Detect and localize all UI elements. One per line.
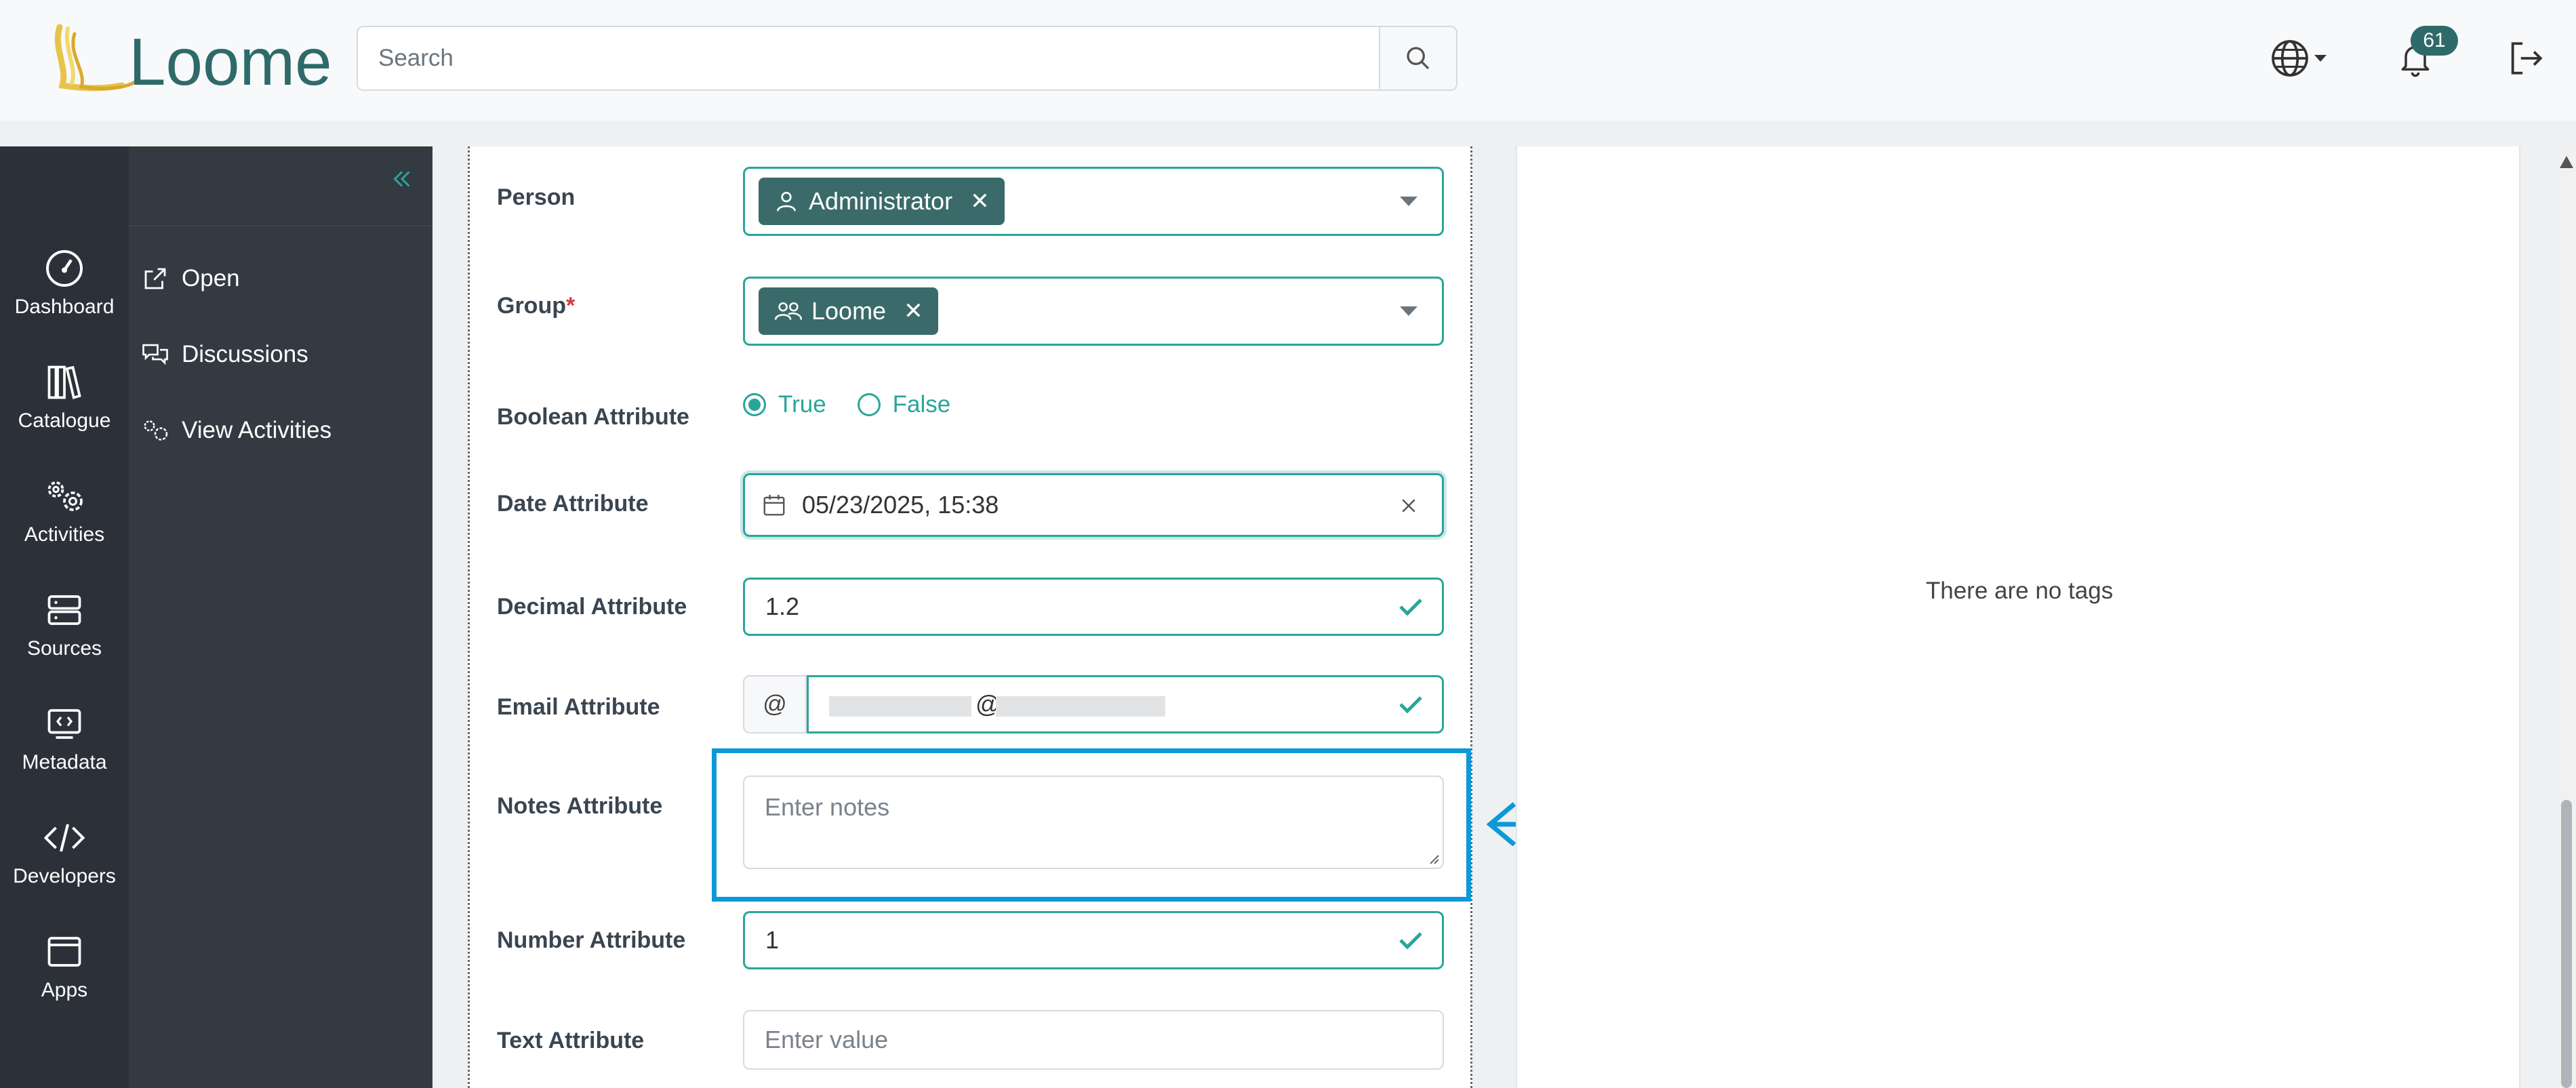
- date-label: Date Attribute: [497, 491, 649, 517]
- submenu-discussions[interactable]: Discussions: [138, 331, 308, 378]
- search-icon: [1407, 47, 1430, 70]
- no-tags-message: There are no tags: [1925, 578, 2114, 604]
- double-chevron-left-icon: [393, 171, 410, 187]
- number-input[interactable]: 1: [743, 911, 1444, 969]
- text-input[interactable]: Enter value: [743, 1010, 1444, 1070]
- loome-logo[interactable]: Loome: [47, 20, 339, 96]
- scroll-up-icon[interactable]: [2560, 156, 2573, 168]
- gears-icon: [47, 481, 83, 511]
- window-icon: [47, 937, 81, 967]
- code-icon: [43, 824, 85, 852]
- person-chip: Administrator ✕: [759, 178, 1005, 225]
- chevron-down-icon: [2314, 55, 2327, 62]
- submenu-open[interactable]: Open: [138, 255, 240, 302]
- code-screen-icon: [47, 709, 81, 739]
- chevron-down-icon[interactable]: [1400, 197, 1417, 206]
- nav-activities[interactable]: Activities: [0, 476, 129, 571]
- required-marker: *: [565, 293, 576, 319]
- nav-label: Apps: [41, 979, 88, 1001]
- main-navigation: Dashboard Catalogue Activities Sources M…: [0, 146, 129, 1088]
- email-prefix-addon: @: [743, 675, 807, 733]
- radio-false-label[interactable]: False: [893, 391, 951, 418]
- person-select[interactable]: Administrator ✕: [743, 167, 1444, 236]
- svg-text:Loome: Loome: [129, 24, 332, 96]
- checkmark-icon: [1399, 696, 1422, 714]
- chevron-down-icon[interactable]: [1400, 306, 1417, 316]
- redacted-text: [829, 696, 971, 717]
- submenu-label: Open: [182, 265, 240, 291]
- remove-chip-icon[interactable]: ✕: [904, 298, 923, 325]
- radio-false[interactable]: [857, 393, 881, 416]
- group-select[interactable]: Loome ✕: [743, 277, 1444, 346]
- nav-catalogue[interactable]: Catalogue: [0, 362, 129, 457]
- user-icon: [776, 191, 797, 211]
- radio-true-label[interactable]: True: [778, 391, 826, 418]
- email-input[interactable]: @: [807, 675, 1444, 733]
- dashboard-icon: [46, 250, 83, 287]
- gears-icon: [144, 420, 168, 441]
- books-icon: [47, 365, 81, 399]
- server-icon: [47, 595, 81, 625]
- scrollbar-thumb[interactable]: [2561, 800, 2572, 1088]
- nav-developers[interactable]: Developers: [0, 818, 129, 912]
- submenu-label: Discussions: [182, 341, 308, 367]
- nav-metadata[interactable]: Metadata: [0, 704, 129, 799]
- checkmark-icon: [1399, 599, 1422, 616]
- nav-label: Metadata: [22, 751, 107, 773]
- globe-icon: [2272, 40, 2308, 77]
- nav-apps[interactable]: Apps: [0, 931, 129, 1026]
- logout-button[interactable]: [2501, 34, 2550, 83]
- group-label: Group*: [497, 293, 576, 319]
- nav-dashboard[interactable]: Dashboard: [0, 248, 129, 343]
- radio-true[interactable]: [743, 393, 766, 416]
- tags-panel: There are no tags: [1516, 146, 2520, 1088]
- nav-sources[interactable]: Sources: [0, 590, 129, 685]
- highlight-box: [712, 748, 1471, 902]
- calendar-icon: [763, 494, 785, 516]
- notification-badge: 61: [2411, 26, 2458, 56]
- search-input[interactable]: [358, 27, 1382, 89]
- search-bar: [357, 26, 1457, 91]
- boolean-radio-group: True False: [743, 389, 950, 420]
- number-label: Number Attribute: [497, 927, 686, 953]
- nav-label: Activities: [24, 523, 105, 546]
- chip-label: Loome: [811, 297, 887, 325]
- person-label: Person: [497, 184, 576, 210]
- boolean-label: Boolean Attribute: [497, 404, 689, 430]
- nav-label: Catalogue: [18, 409, 111, 432]
- nav-label: Sources: [26, 637, 102, 660]
- text-placeholder: Enter value: [765, 1026, 889, 1053]
- top-header: Loome 61: [0, 0, 2576, 121]
- text-label: Text Attribute: [497, 1028, 645, 1053]
- decimal-input[interactable]: 1.2: [743, 578, 1444, 636]
- notes-label: Notes Attribute: [497, 793, 663, 819]
- clear-icon[interactable]: [1398, 496, 1419, 516]
- logout-icon: [2511, 42, 2543, 75]
- submenu-label: View Activities: [182, 417, 332, 443]
- chat-icon: [142, 344, 168, 365]
- decimal-value: 1.2: [765, 592, 800, 620]
- nav-label: Dashboard: [14, 296, 115, 318]
- remove-chip-icon[interactable]: ✕: [970, 188, 990, 215]
- language-dropdown[interactable]: [2264, 34, 2332, 83]
- group-chip: Loome ✕: [759, 287, 938, 335]
- date-value: 05/23/2025, 15:38: [802, 491, 999, 519]
- divider: [129, 225, 432, 226]
- search-button[interactable]: [1379, 27, 1456, 89]
- context-submenu: Open Discussions View Activities: [129, 146, 432, 1088]
- date-input[interactable]: 05/23/2025, 15:38: [743, 473, 1444, 537]
- checkmark-icon: [1399, 932, 1422, 950]
- number-value: 1: [765, 926, 780, 954]
- external-link-icon: [144, 268, 166, 289]
- chip-label: Administrator: [809, 187, 953, 215]
- users-icon: [774, 302, 803, 320]
- submenu-view-activities[interactable]: View Activities: [138, 407, 331, 454]
- nav-label: Developers: [13, 865, 116, 887]
- email-label: Email Attribute: [497, 694, 660, 720]
- redacted-text: [996, 696, 1165, 717]
- decimal-label: Decimal Attribute: [497, 594, 687, 620]
- collapse-sidebar-button[interactable]: [390, 167, 414, 195]
